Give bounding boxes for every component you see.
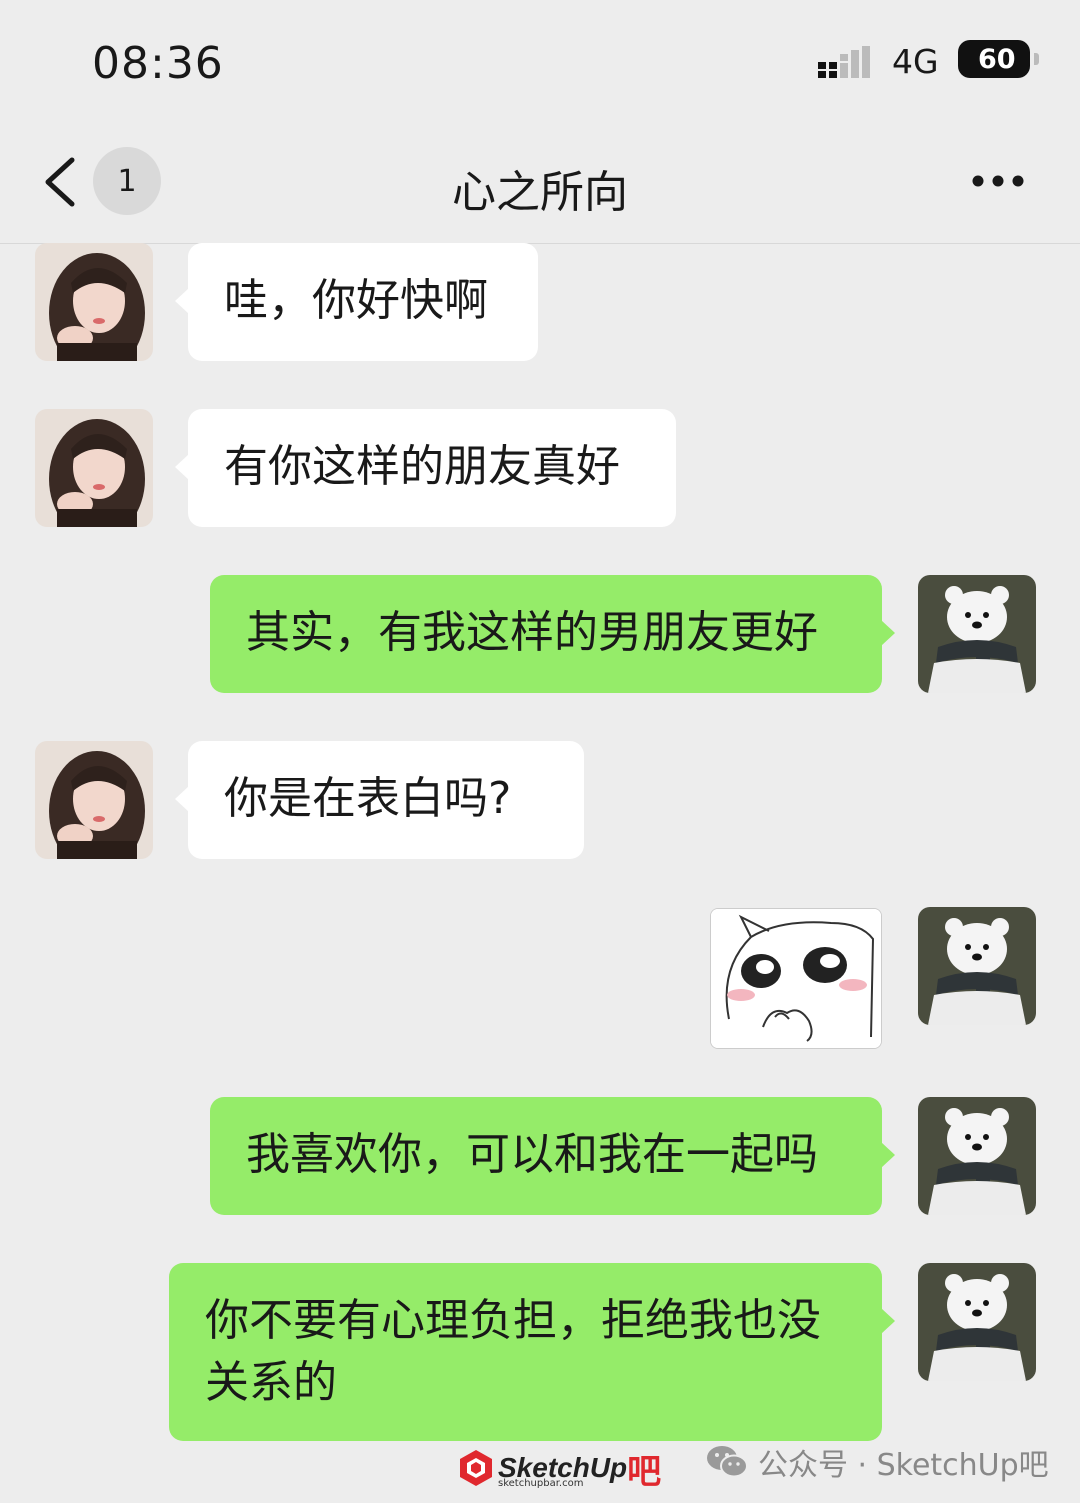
chat-title: 心之所向 [452, 167, 628, 218]
blushing-cat-sticker[interactable] [710, 908, 882, 1049]
my-avatar[interactable] [918, 907, 1036, 1025]
status-time: 08:36 [92, 38, 224, 89]
account-name: 公众号 · SketchUp吧 [758, 1448, 1049, 1483]
message-bubble-outgoing[interactable]: 其实，有我这样的男朋友更好 [210, 575, 895, 693]
contact-avatar[interactable] [35, 409, 153, 527]
chat-header: 1 心之所向 [0, 120, 1080, 244]
sketchup-logo-suffix: 吧 [627, 1451, 662, 1492]
sketchup-logo-icon [460, 1450, 492, 1486]
message-bubble-incoming[interactable]: 哇，你好快啊 [175, 243, 538, 361]
battery-cap [1034, 53, 1039, 65]
contact-avatar[interactable] [35, 243, 153, 361]
network-type: 4G [892, 42, 939, 81]
signal-icon [818, 46, 870, 78]
contact-avatar[interactable] [35, 741, 153, 859]
account-watermark: 公众号 · SketchUp吧 [706, 1440, 1049, 1484]
sketchup-logo-url: sketchupbar.com [498, 1478, 584, 1489]
message-bubble-outgoing[interactable]: 你不要有心理负担，拒绝我也没关系的 [169, 1263, 895, 1441]
my-avatar[interactable] [918, 1263, 1036, 1381]
wechat-icon [707, 1446, 748, 1478]
status-bar: 08:36 4G 60 [0, 0, 1080, 120]
message-text: 有你这样的朋友真好 [224, 441, 620, 492]
my-avatar[interactable] [918, 575, 1036, 693]
message-text: 我喜欢你，可以和我在一起吗 [246, 1129, 818, 1180]
battery-level: 60 [978, 43, 1016, 75]
message-text: 你不要有心理负担，拒绝我也没关系的 [205, 1295, 821, 1408]
battery-icon: 60 [958, 40, 1030, 78]
message-bubble-incoming[interactable]: 你是在表白吗? [175, 741, 584, 859]
message-text: 哇，你好快啊 [224, 275, 488, 326]
message-text: 其实，有我这样的男朋友更好 [246, 607, 818, 658]
more-icon[interactable] [968, 170, 1028, 192]
message-bubble-incoming[interactable]: 有你这样的朋友真好 [175, 409, 676, 527]
message-text: 你是在表白吗? [224, 773, 512, 824]
my-avatar[interactable] [918, 1097, 1036, 1215]
message-bubble-outgoing[interactable]: 我喜欢你，可以和我在一起吗 [210, 1097, 895, 1215]
